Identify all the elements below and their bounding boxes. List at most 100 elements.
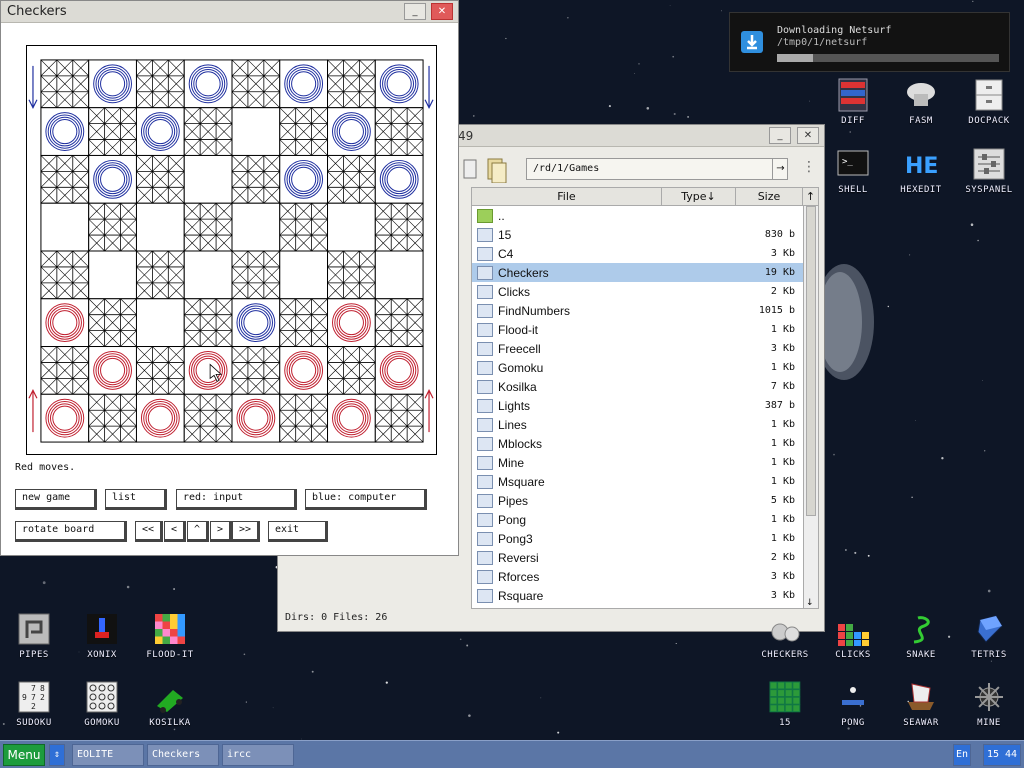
file-row[interactable]: Msquare 1 Kb xyxy=(472,472,818,491)
desktop-icon-hexedit[interactable]: HE HEXEDIT xyxy=(887,147,955,195)
file-row[interactable]: Kosilka 7 Kb xyxy=(472,377,818,396)
fm-close-button[interactable]: ✕ xyxy=(797,127,819,144)
board-square[interactable] xyxy=(135,346,185,395)
file-row[interactable]: Freecell 3 Kb xyxy=(472,339,818,358)
desktop-icon-pipes[interactable]: PIPES xyxy=(0,612,68,660)
menu-button[interactable]: Menu xyxy=(3,744,45,766)
scroll-down-button[interactable]: ↓ xyxy=(806,598,814,608)
file-row[interactable]: Mine 1 Kb xyxy=(472,453,818,472)
checkers-board[interactable] xyxy=(26,45,437,455)
file-row[interactable]: Clicks 2 Kb xyxy=(472,282,818,301)
file-row[interactable]: Lights 387 b xyxy=(472,396,818,415)
last-move-button[interactable]: >> xyxy=(232,521,260,542)
board-square[interactable] xyxy=(374,298,424,348)
desktop-icon-syspanel[interactable]: SYSPANEL xyxy=(955,147,1023,195)
board-square[interactable] xyxy=(135,298,185,348)
board-square[interactable] xyxy=(88,298,137,348)
checkers-window[interactable]: Checkers _ ✕ Red moves. new game list re… xyxy=(0,0,459,556)
board-square[interactable] xyxy=(279,298,329,348)
board-square[interactable] xyxy=(40,154,90,204)
board-square[interactable] xyxy=(183,250,233,300)
board-square[interactable] xyxy=(231,59,281,109)
fm-scrollbar[interactable]: ↓ xyxy=(803,206,818,608)
desktop-icon-kosilka[interactable]: KOSILKA xyxy=(136,680,204,728)
fm-scroll-thumb[interactable] xyxy=(806,206,816,516)
file-row[interactable]: C4 3 Kb xyxy=(472,244,818,263)
board-square[interactable] xyxy=(40,346,90,395)
col-size[interactable]: Size xyxy=(736,188,803,205)
desktop-icon-xonix[interactable]: XONIX xyxy=(68,612,136,660)
exit-button[interactable]: exit xyxy=(268,521,328,542)
board-square[interactable] xyxy=(327,154,376,204)
board-square[interactable] xyxy=(374,250,424,300)
board-square[interactable] xyxy=(231,250,281,300)
file-row[interactable]: Checkers 19 Kb xyxy=(472,263,818,282)
board-square[interactable] xyxy=(327,202,376,252)
board-square[interactable] xyxy=(279,202,329,252)
new-game-button[interactable]: new game xyxy=(15,489,97,510)
file-row[interactable]: Pipes 5 Kb xyxy=(472,491,818,510)
first-move-button[interactable]: << xyxy=(135,521,163,542)
file-row[interactable]: Rsquare 3 Kb xyxy=(472,586,818,605)
file-row[interactable]: Flood-it 1 Kb xyxy=(472,320,818,339)
board-square[interactable] xyxy=(135,202,185,252)
board-square[interactable] xyxy=(183,107,233,156)
clock[interactable]: 15 44 xyxy=(983,744,1021,766)
desktop-icon-gomoku[interactable]: GOMOKU xyxy=(68,680,136,728)
board-square[interactable] xyxy=(183,298,233,348)
board-square[interactable] xyxy=(231,154,281,204)
file-row[interactable]: Lines 1 Kb xyxy=(472,415,818,434)
board-square[interactable] xyxy=(183,202,233,252)
checkers-close-button[interactable]: ✕ xyxy=(431,3,453,20)
desktop-icon-shell[interactable]: >_ SHELL xyxy=(819,147,887,195)
board-square[interactable] xyxy=(40,202,90,252)
fm-path-input[interactable]: /rd/1/Games xyxy=(526,158,788,180)
list-button[interactable]: list xyxy=(105,489,167,510)
task-eolite[interactable]: EOLITE xyxy=(72,744,144,766)
file-row[interactable]: Pong 1 Kb xyxy=(472,510,818,529)
desktop-icon-docpack[interactable]: DOCPACK xyxy=(955,78,1023,126)
desktop-icon-fifteen[interactable]: 15 xyxy=(751,680,819,728)
board-square[interactable] xyxy=(374,393,424,443)
board-square[interactable] xyxy=(279,250,329,300)
board-square[interactable] xyxy=(40,59,90,109)
scroll-up-button[interactable]: ↑ xyxy=(803,188,818,205)
desktop-icon-mine[interactable]: MINE xyxy=(955,680,1023,728)
desktop-icon-checkers[interactable]: CHECKERS xyxy=(751,612,819,660)
board-square[interactable] xyxy=(279,107,329,156)
rotate-board-button[interactable]: rotate board xyxy=(15,521,127,542)
board-square[interactable] xyxy=(231,202,281,252)
desktop-icon-sudoku[interactable]: 7 8 9 7 2 2 SUDOKU xyxy=(0,680,68,728)
file-row[interactable]: 15 830 b xyxy=(472,225,818,244)
board-square[interactable] xyxy=(135,154,185,204)
taskbar-switch-button[interactable]: ⇕ xyxy=(49,744,65,766)
board-square[interactable] xyxy=(231,346,281,395)
board-square[interactable] xyxy=(135,250,185,300)
board-square[interactable] xyxy=(88,202,137,252)
col-file[interactable]: File xyxy=(472,188,662,205)
board-square[interactable] xyxy=(327,59,376,109)
file-row[interactable]: Mblocks 1 Kb xyxy=(472,434,818,453)
board-square[interactable] xyxy=(135,59,185,109)
fm-file-list[interactable]: File Type↓ Size ↑ .. 15 830 b C4 3 Kb Checker… xyxy=(471,187,819,609)
desktop-icon-clicks[interactable]: CLICKS xyxy=(819,612,887,660)
board-square[interactable] xyxy=(374,202,424,252)
up-button[interactable]: ^ xyxy=(187,521,209,542)
desktop-icon-diff[interactable]: DIFF xyxy=(819,78,887,126)
board-square[interactable] xyxy=(231,107,281,156)
task-checkers[interactable]: Checkers xyxy=(147,744,219,766)
fm-go-button[interactable]: → xyxy=(772,159,788,179)
file-row[interactable]: FindNumbers 1015 b xyxy=(472,301,818,320)
fm-menu-dots[interactable]: ⋮ xyxy=(802,159,816,175)
next-move-button[interactable]: > xyxy=(210,521,232,542)
col-type[interactable]: Type↓ xyxy=(662,188,736,205)
board-square[interactable] xyxy=(88,393,137,443)
language-indicator[interactable]: En xyxy=(953,744,971,766)
file-row[interactable]: .. xyxy=(472,206,818,225)
desktop-icon-pong[interactable]: PONG xyxy=(819,680,887,728)
file-row[interactable]: Pong3 1 Kb xyxy=(472,529,818,548)
desktop-icon-fasm[interactable]: FASM xyxy=(887,78,955,126)
board-square[interactable] xyxy=(327,346,376,395)
red-player-button[interactable]: red: input xyxy=(176,489,297,510)
fm-minimize-button[interactable]: _ xyxy=(769,127,791,144)
